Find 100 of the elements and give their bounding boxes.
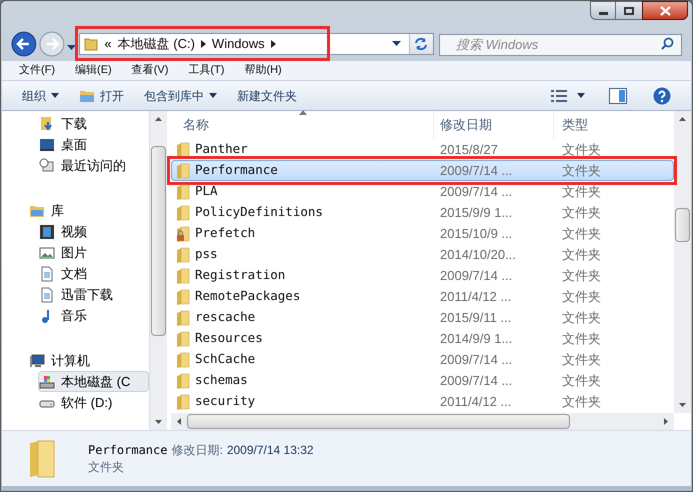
- table-cell-text: 2009/7/14 ...: [439, 350, 514, 369]
- folder-icon: [176, 268, 190, 284]
- menu-item[interactable]: 工具(T): [188, 62, 224, 79]
- sidebar-item[interactable]: 最近访问的: [38, 155, 149, 176]
- caret-icon[interactable]: [66, 45, 76, 51]
- picture-icon: [39, 244, 55, 260]
- help-icon[interactable]: [653, 86, 671, 104]
- folder-icon: [176, 310, 190, 326]
- breadcrumb[interactable]: Windows: [212, 34, 265, 54]
- scroll-thumb[interactable]: [675, 208, 690, 242]
- file-name: rescache: [195, 308, 256, 326]
- scrollbar[interactable]: [171, 413, 674, 430]
- folder-icon: [176, 288, 190, 304]
- minimize-icon[interactable]: [590, 1, 616, 20]
- table-cell-text: 2014/10/20...: [439, 246, 517, 264]
- table-cell-text: 2011/4/12 ...: [439, 392, 512, 411]
- back-icon[interactable]: [11, 31, 37, 57]
- scroll-thumb[interactable]: [151, 146, 166, 336]
- file-row[interactable]: RemotePackages 2011/4/12 ... 文件夹: [171, 286, 674, 307]
- toolbar-button[interactable]: 包含到库中: [144, 84, 217, 106]
- caret-icon[interactable]: [577, 93, 585, 98]
- caret-icon: [200, 40, 206, 48]
- file-name: RemotePackages: [195, 287, 300, 306]
- computer-icon: [29, 352, 45, 368]
- toolbar-button[interactable]: 新建文件夹: [237, 84, 297, 106]
- file-row[interactable]: security 2011/4/12 ... 文件夹: [171, 391, 674, 412]
- sidebar-item[interactable]: 音乐: [38, 305, 149, 326]
- preview-pane-icon[interactable]: [609, 88, 627, 104]
- caret-icon: [51, 93, 59, 98]
- desktop-icon: [39, 136, 55, 152]
- sidebar-item[interactable]: 计算机: [28, 350, 149, 371]
- file-row[interactable]: Panther 2015/8/27 文件夹: [171, 139, 674, 160]
- sort-arrow-icon: [299, 110, 307, 115]
- breadcrumb[interactable]: 本地磁盘 (C:): [118, 34, 195, 54]
- toolbar-button[interactable]: 打开: [79, 84, 124, 106]
- table-cell-text: 文件夹: [561, 140, 602, 159]
- search-icon[interactable]: [660, 37, 674, 50]
- table-cell-text: 文件夹: [561, 182, 602, 201]
- menu-item[interactable]: 文件(F): [19, 62, 56, 79]
- menu-item[interactable]: 编辑(E): [75, 62, 112, 79]
- folder-icon: [176, 352, 190, 368]
- scroll-down-icon[interactable]: [679, 403, 686, 407]
- address-bar[interactable]: « 本地磁盘 (C:) Windows: [79, 33, 434, 55]
- folder-icon: [84, 37, 98, 51]
- sidebar-item[interactable]: 本地磁盘 (C: [38, 371, 149, 392]
- scroll-up-icon[interactable]: [155, 117, 162, 121]
- file-name: Registration: [195, 266, 286, 284]
- sidebar-item[interactable]: 桌面: [38, 134, 149, 155]
- overflow-chevron[interactable]: «: [104, 34, 112, 54]
- sidebar-item[interactable]: 库: [28, 200, 149, 221]
- search-field[interactable]: 搜索 Windows: [438, 34, 682, 56]
- table-cell-text: 文件夹: [561, 392, 602, 411]
- toolbar-button[interactable]: 组织: [22, 84, 59, 106]
- refresh-button[interactable]: [408, 34, 433, 54]
- caret-icon[interactable]: [392, 41, 401, 47]
- folder-icon: [176, 162, 190, 178]
- column-header[interactable]: 修改日期: [433, 111, 553, 139]
- menu-item[interactable]: 查看(V): [132, 62, 168, 79]
- sidebar-item[interactable]: 软件 (D:): [38, 392, 149, 413]
- close-icon[interactable]: [642, 1, 688, 20]
- file-name: Prefetch: [195, 224, 256, 242]
- table-cell-text: 2015/9/11 ...: [439, 308, 512, 327]
- file-row[interactable]: SchCache 2009/7/14 ... 文件夹: [171, 349, 674, 370]
- scroll-right-icon[interactable]: [664, 418, 668, 425]
- file-row[interactable]: Registration 2009/7/14 ... 文件夹: [171, 265, 674, 286]
- menu-item[interactable]: 帮助(H): [244, 62, 282, 79]
- file-row[interactable]: PolicyDefinitions 2015/9/9 1... 文件夹: [171, 202, 674, 223]
- sidebar-item[interactable]: 图片: [38, 242, 149, 263]
- folder-icon: [176, 246, 190, 262]
- file-name: Performance: [88, 442, 168, 458]
- table-cell-text: 2014/9/9 1...: [439, 330, 514, 348]
- folder-icon: [176, 204, 190, 220]
- view-list-icon[interactable]: [551, 90, 567, 102]
- scrollbar[interactable]: [674, 111, 691, 413]
- folder-icon: [79, 88, 95, 102]
- document-icon: [39, 266, 55, 282]
- table-cell-text: 文件夹: [561, 330, 602, 348]
- file-row[interactable]: pss 2014/10/20... 文件夹: [171, 244, 674, 265]
- sidebar-item[interactable]: 文档: [38, 263, 149, 284]
- caret-icon: [270, 40, 276, 48]
- sidebar-item[interactable]: 下载: [38, 113, 149, 134]
- file-row[interactable]: PLA 2009/7/14 ... 文件夹: [171, 181, 674, 202]
- scrollbar[interactable]: [150, 111, 167, 430]
- column-header[interactable]: 名称: [171, 111, 433, 139]
- scroll-thumb[interactable]: [187, 414, 570, 429]
- scroll-left-icon[interactable]: [177, 418, 181, 425]
- table-cell-text: 2009/7/14 ...: [439, 162, 514, 180]
- table-cell-text: 2009/7/14 ...: [439, 372, 514, 390]
- file-row[interactable]: rescache 2015/9/11 ... 文件夹: [171, 307, 674, 328]
- file-row[interactable]: Resources 2014/9/9 1... 文件夹: [171, 328, 674, 349]
- table-cell-text: 文件夹: [561, 288, 602, 306]
- file-row[interactable]: Prefetch 2015/10/9 ... 文件夹: [171, 223, 674, 244]
- maximize-icon[interactable]: [616, 1, 642, 20]
- scroll-down-icon[interactable]: [155, 420, 162, 424]
- file-name: SchCache: [195, 350, 256, 368]
- sidebar-item[interactable]: 视频: [38, 221, 149, 242]
- file-row[interactable]: schemas 2009/7/14 ... 文件夹: [171, 370, 674, 391]
- file-name: security: [195, 392, 256, 410]
- scroll-up-icon[interactable]: [679, 117, 686, 121]
- sidebar-item[interactable]: 迅雷下载: [38, 284, 149, 305]
